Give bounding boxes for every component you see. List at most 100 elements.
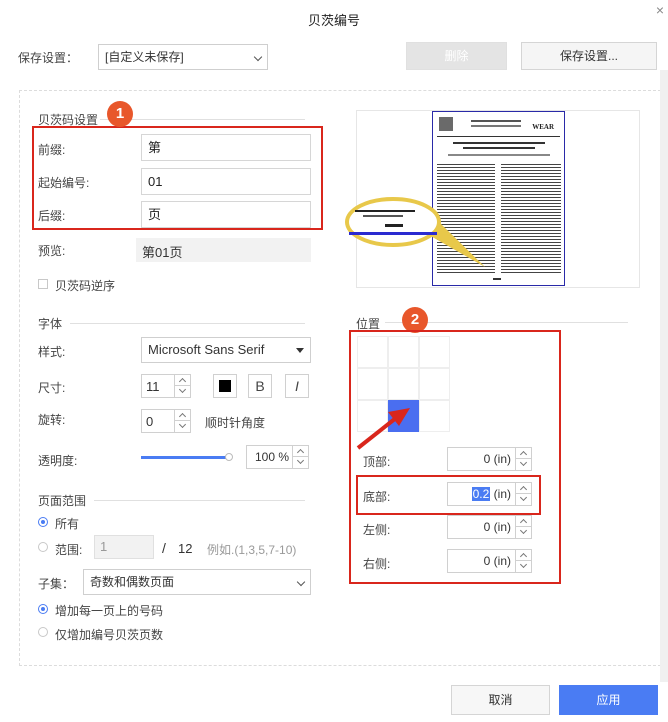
add-each-page-label: 增加每一页上的号码 bbox=[55, 604, 164, 618]
bold-button[interactable]: B bbox=[248, 374, 272, 398]
increment-icon[interactable] bbox=[293, 446, 308, 457]
size-label: 尺寸: bbox=[38, 381, 66, 395]
range-radio[interactable] bbox=[38, 542, 48, 552]
position-cell-bottom-right[interactable] bbox=[419, 400, 450, 432]
font-color-button[interactable] bbox=[213, 374, 237, 398]
top-margin-unit: (in) bbox=[493, 452, 511, 466]
position-cell-top-center[interactable] bbox=[388, 336, 419, 368]
bottom-margin-text: 0.2 (in) bbox=[471, 487, 511, 501]
range-example: 例如.(1,3,5,7-10) bbox=[207, 543, 297, 557]
preview-value: 第01页 bbox=[136, 238, 311, 262]
subset-select[interactable]: 奇数和偶数页面 bbox=[83, 569, 311, 595]
decrement-icon[interactable] bbox=[516, 561, 531, 572]
position-cell-middle-left[interactable] bbox=[357, 368, 388, 400]
add-bates-only-radio[interactable] bbox=[38, 627, 48, 637]
position-cell-top-right[interactable] bbox=[419, 336, 450, 368]
position-cell-top-left[interactable] bbox=[357, 336, 388, 368]
style-label: 样式: bbox=[38, 345, 66, 359]
increment-icon[interactable] bbox=[516, 516, 531, 527]
range-separator: / bbox=[162, 540, 166, 556]
rotation-label: 旋转: bbox=[38, 413, 66, 427]
right-margin-unit: (in) bbox=[493, 554, 511, 568]
opacity-slider-handle[interactable] bbox=[225, 453, 233, 461]
opacity-value: 100 % bbox=[255, 450, 290, 464]
divider bbox=[437, 136, 560, 137]
bottom-margin-label: 底部: bbox=[363, 490, 391, 504]
range-input[interactable]: 1 bbox=[94, 535, 154, 559]
right-margin-value: 0 bbox=[483, 554, 491, 568]
journal-name: WEAR bbox=[532, 123, 554, 131]
magnifier-callout bbox=[345, 197, 485, 267]
increment-icon[interactable] bbox=[175, 375, 190, 386]
text-line bbox=[471, 120, 521, 122]
decrement-icon[interactable] bbox=[516, 459, 531, 470]
rotation-stepper[interactable]: 0 bbox=[141, 409, 191, 433]
reverse-label: 贝茨码逆序 bbox=[55, 279, 116, 293]
text-line bbox=[453, 142, 545, 144]
left-margin-text: 0 (in) bbox=[484, 520, 511, 534]
italic-button[interactable]: I bbox=[285, 374, 309, 398]
decrement-icon[interactable] bbox=[175, 421, 190, 432]
all-pages-radio[interactable] bbox=[38, 517, 48, 527]
scrollbar[interactable] bbox=[660, 70, 668, 682]
cancel-button[interactable]: 取消 bbox=[451, 685, 550, 715]
reverse-checkbox[interactable] bbox=[38, 279, 48, 289]
all-pages-label: 所有 bbox=[55, 517, 80, 531]
top-margin-label: 顶部: bbox=[363, 455, 391, 469]
text-line bbox=[355, 210, 415, 212]
text-line bbox=[363, 215, 403, 217]
top-margin-stepper[interactable]: 0 (in) bbox=[447, 447, 532, 471]
close-icon[interactable]: × bbox=[656, 2, 664, 18]
font-section-title: 字体 bbox=[38, 317, 63, 331]
increment-icon[interactable] bbox=[175, 410, 190, 421]
text-line bbox=[463, 147, 535, 149]
font-style-select[interactable]: Microsoft Sans Serif bbox=[141, 337, 311, 363]
opacity-stepper[interactable]: 100 % bbox=[246, 445, 309, 469]
bottom-margin-stepper[interactable]: 0.2 (in) bbox=[447, 482, 532, 506]
divider bbox=[70, 323, 305, 324]
prefix-label: 前缀: bbox=[38, 143, 66, 157]
right-margin-label: 右侧: bbox=[363, 557, 391, 571]
range-total: 12 bbox=[178, 541, 193, 556]
right-margin-stepper[interactable]: 0 (in) bbox=[447, 549, 532, 573]
left-margin-label: 左侧: bbox=[363, 523, 391, 537]
window-title: 贝茨编号 bbox=[307, 13, 360, 28]
page-range-title: 页面范围 bbox=[38, 494, 87, 508]
font-size-stepper[interactable]: 11 bbox=[141, 374, 191, 398]
publisher-logo bbox=[439, 117, 453, 131]
increment-icon[interactable] bbox=[516, 550, 531, 561]
decrement-icon[interactable] bbox=[175, 386, 190, 397]
left-margin-stepper[interactable]: 0 (in) bbox=[447, 515, 532, 539]
subset-label: 子集： bbox=[38, 577, 75, 591]
top-margin-value: 0 bbox=[483, 452, 491, 466]
bottom-margin-value: 0.2 bbox=[471, 487, 491, 501]
delete-button[interactable]: 删除 bbox=[406, 42, 507, 70]
color-swatch-icon bbox=[219, 380, 231, 392]
left-margin-unit: (in) bbox=[493, 520, 511, 534]
decrement-icon[interactable] bbox=[516, 527, 531, 538]
apply-button[interactable]: 应用 bbox=[559, 685, 658, 715]
bottom-margin-unit: (in) bbox=[493, 487, 511, 501]
add-each-page-radio[interactable] bbox=[38, 604, 48, 614]
page-edge-line bbox=[349, 232, 437, 235]
save-settings-button[interactable]: 保存设置... bbox=[521, 42, 657, 70]
save-settings-label: 保存设置： bbox=[18, 51, 79, 65]
position-cell-middle-right[interactable] bbox=[419, 368, 450, 400]
save-settings-select[interactable]: [自定义未保存] bbox=[98, 44, 268, 70]
prefix-input[interactable]: 第 bbox=[141, 134, 311, 161]
increment-icon[interactable] bbox=[516, 448, 531, 459]
page-number-mark bbox=[385, 224, 403, 227]
suffix-input[interactable]: 页 bbox=[141, 201, 311, 228]
start-number-input[interactable]: 01 bbox=[141, 168, 311, 195]
save-settings-value: [自定义未保存] bbox=[105, 50, 184, 64]
decrement-icon[interactable] bbox=[516, 494, 531, 505]
text-line bbox=[471, 125, 521, 127]
annotation-arrow-icon bbox=[356, 408, 410, 450]
decrement-icon[interactable] bbox=[293, 457, 308, 468]
right-margin-text: 0 (in) bbox=[484, 554, 511, 568]
increment-icon[interactable] bbox=[516, 483, 531, 494]
annotation-badge-1: 1 bbox=[107, 101, 133, 127]
chevron-down-icon bbox=[296, 577, 306, 587]
opacity-slider[interactable] bbox=[141, 456, 229, 459]
position-cell-middle-center[interactable] bbox=[388, 368, 419, 400]
